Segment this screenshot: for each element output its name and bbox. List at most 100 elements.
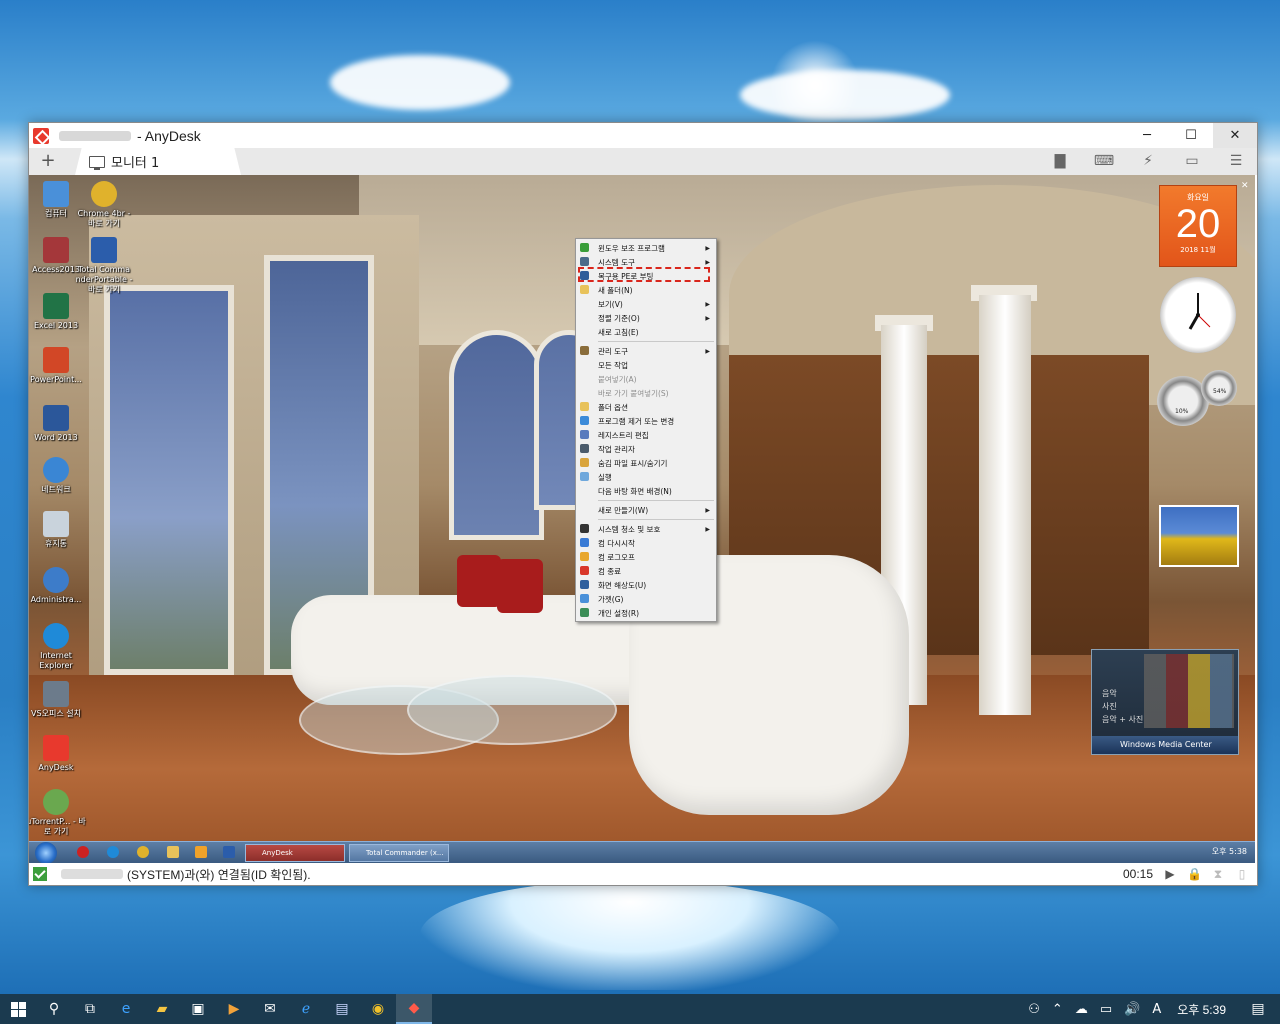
start-orb-icon[interactable] bbox=[35, 842, 57, 863]
calendar-gadget[interactable]: 화요일 20 2018 11월 bbox=[1159, 185, 1237, 267]
desktop-icon-excel[interactable]: Excel 2013 bbox=[29, 293, 87, 331]
context-menu-item[interactable]: 새로 고침(E) bbox=[576, 325, 716, 339]
desktop-icon-chrome[interactable]: Chrome 4br - 바로 가기 bbox=[73, 181, 135, 229]
lock-icon[interactable]: 🔒 bbox=[1187, 867, 1202, 881]
context-menu-item[interactable]: 관리 도구 ▶ bbox=[576, 344, 716, 358]
anydesk-window: - AnyDesk ─ ☐ ✕ + 모니터 1 ▇ ⌨ ⚡ ▭ ☰ 컴퓨터 Ch… bbox=[28, 122, 1258, 886]
chevron-up-icon[interactable]: ⌃ bbox=[1046, 1002, 1069, 1017]
context-menu-item[interactable]: 복구용 PE로 부팅 bbox=[576, 269, 716, 283]
context-menu-item[interactable]: 작업 관리자 bbox=[576, 442, 716, 456]
context-menu-item[interactable]: 컴 로그오프 bbox=[576, 550, 716, 564]
context-menu-item[interactable]: 윈도우 보조 프로그램 ▶ bbox=[576, 241, 716, 255]
totalcmd-icon[interactable]: ▤ bbox=[324, 994, 360, 1024]
slideshow-gadget[interactable] bbox=[1159, 505, 1239, 567]
context-menu-item[interactable]: 정렬 기준(O) ▶ bbox=[576, 311, 716, 325]
notification-icon[interactable]: ▤ bbox=[1236, 994, 1280, 1024]
wmc-item-photos[interactable]: 사진 bbox=[1102, 701, 1117, 712]
remote-task-totalcmd[interactable]: Total Commander (x... bbox=[349, 844, 449, 862]
explorer-icon[interactable]: ▰ bbox=[144, 994, 180, 1024]
start-button[interactable] bbox=[0, 994, 36, 1024]
context-menu-item[interactable]: 시스템 청소 및 보호 ▶ bbox=[576, 522, 716, 536]
close-button[interactable]: ✕ bbox=[1213, 123, 1257, 148]
context-menu-item[interactable]: 컴 종료 bbox=[576, 564, 716, 578]
menu-item-icon bbox=[580, 580, 589, 589]
context-menu-item[interactable]: 다음 바탕 화면 배경(N) bbox=[576, 484, 716, 498]
remote-screen[interactable]: 컴퓨터 Chrome 4br - 바로 가기 Access2013 Total … bbox=[29, 175, 1255, 863]
recycle-bin-icon bbox=[43, 511, 69, 537]
search-icon[interactable]: ⚲ bbox=[36, 994, 72, 1024]
gadget-close-icon[interactable]: ✕ bbox=[1241, 181, 1251, 221]
context-menu-item[interactable]: 컴 다시시작 bbox=[576, 536, 716, 550]
record-icon[interactable]: ▶ bbox=[1163, 867, 1177, 881]
context-menu-item[interactable]: 새 폴더(N) bbox=[576, 283, 716, 297]
remote-tray-clock[interactable]: 오후 5:38 bbox=[1212, 846, 1247, 857]
ime-indicator[interactable]: A bbox=[1146, 1002, 1167, 1017]
quick-launch-icon[interactable] bbox=[107, 846, 119, 858]
context-menu-item[interactable]: 시스템 도구 ▶ bbox=[576, 255, 716, 269]
quick-launch-icon[interactable] bbox=[223, 846, 235, 858]
context-menu-item[interactable]: 화면 해상도(U) bbox=[576, 578, 716, 592]
chrome-icon[interactable]: ◉ bbox=[360, 994, 396, 1024]
maximize-button[interactable]: ☐ bbox=[1169, 123, 1213, 148]
context-menu-item[interactable]: 모든 작업 bbox=[576, 358, 716, 372]
cpu-meter-gadget[interactable]: 10% 54% bbox=[1157, 370, 1239, 426]
edge-icon[interactable]: e bbox=[108, 994, 144, 1024]
desktop-icon-network[interactable]: 네트워크 bbox=[29, 457, 87, 495]
desktop-icon-powerpoint[interactable]: PowerPoint... bbox=[29, 347, 87, 385]
quick-launch-icon[interactable] bbox=[195, 846, 207, 858]
display-icon[interactable]: ▭ bbox=[1181, 152, 1203, 170]
remote-task-anydesk[interactable]: AnyDesk bbox=[245, 844, 345, 862]
task-view-icon[interactable]: ⧉ bbox=[72, 994, 108, 1024]
menu-icon[interactable]: ☰ bbox=[1225, 152, 1247, 170]
context-menu-item[interactable]: 실행 bbox=[576, 470, 716, 484]
actions-icon[interactable]: ⚡ bbox=[1137, 152, 1159, 170]
system-tray: ⚇ ⌃ ☁ ▭ 🔊 A 오후 5:39 ▤ bbox=[1022, 994, 1280, 1024]
context-menu-item[interactable]: 가젯(G) bbox=[576, 592, 716, 606]
clock-gadget[interactable] bbox=[1160, 277, 1236, 353]
desktop-icon-ie[interactable]: Internet Explorer bbox=[29, 623, 87, 671]
desktop-icon-vsoffice[interactable]: VS오피스 설치 bbox=[29, 681, 87, 719]
add-tab-button[interactable]: + bbox=[37, 150, 59, 172]
chat-icon[interactable]: ▇ bbox=[1049, 152, 1071, 170]
people-icon[interactable]: ⚇ bbox=[1022, 1002, 1046, 1017]
quick-launch-icon[interactable] bbox=[137, 846, 149, 858]
wmc-gadget[interactable]: 음악 사진 음악 + 사진 Windows Media Center bbox=[1091, 649, 1239, 755]
context-menu-item[interactable]: 레지스트리 편집 bbox=[576, 428, 716, 442]
quick-launch-icon[interactable] bbox=[77, 846, 89, 858]
context-menu-item[interactable]: 보기(V) ▶ bbox=[576, 297, 716, 311]
desktop-icon-administrator[interactable]: Administra... bbox=[29, 567, 87, 605]
desktop-icon-recycle-bin[interactable]: 휴지통 bbox=[29, 511, 87, 549]
title-bar[interactable]: - AnyDesk ─ ☐ ✕ bbox=[29, 123, 1257, 148]
menu-item-label: 다음 바탕 화면 배경(N) bbox=[598, 486, 672, 496]
context-menu-item[interactable]: 개인 설정(R) bbox=[576, 606, 716, 620]
wmc-bar[interactable]: Windows Media Center bbox=[1092, 736, 1238, 754]
desktop-icon-utorrent[interactable]: uTorrentP... - 바로 가기 bbox=[29, 789, 87, 837]
desktop-icon-word[interactable]: Word 2013 bbox=[29, 405, 87, 443]
quick-launch-icon[interactable] bbox=[167, 846, 179, 858]
context-menu-item[interactable]: 새로 만들기(W) ▶ bbox=[576, 503, 716, 517]
cpu-value: 10% bbox=[1175, 408, 1189, 415]
wmc-item-music[interactable]: 음악 bbox=[1102, 688, 1117, 699]
minimize-button[interactable]: ─ bbox=[1125, 123, 1169, 148]
menu-item-label: 바로 가기 붙여넣기(S) bbox=[598, 388, 669, 398]
clock[interactable]: 오후 5:39 bbox=[1167, 1001, 1236, 1018]
network-icon[interactable]: ▭ bbox=[1094, 1002, 1118, 1017]
tab-monitor-1[interactable]: 모니터 1 bbox=[75, 148, 241, 175]
keyboard-icon[interactable]: ⌨ bbox=[1093, 152, 1115, 170]
ie-icon[interactable]: ℯ bbox=[288, 994, 324, 1024]
context-menu-item[interactable]: 숨김 파일 표시/숨기기 bbox=[576, 456, 716, 470]
context-menu-item[interactable]: 프로그램 제거 또는 변경 bbox=[576, 414, 716, 428]
anydesk-icon[interactable]: ◆ bbox=[396, 994, 432, 1024]
store-icon[interactable]: ▣ bbox=[180, 994, 216, 1024]
mail-icon[interactable]: ✉ bbox=[252, 994, 288, 1024]
onedrive-icon[interactable]: ☁ bbox=[1069, 1002, 1094, 1017]
desktop-icon-totalcmd[interactable]: Total Comma nderPortable - 바로 가기 bbox=[73, 237, 135, 295]
desktop-icon-anydesk[interactable]: AnyDesk bbox=[29, 735, 87, 773]
menu-item-icon bbox=[580, 257, 589, 266]
volume-icon[interactable]: 🔊 bbox=[1118, 1002, 1146, 1017]
media-icon[interactable]: ▶ bbox=[216, 994, 252, 1024]
context-menu-item[interactable]: 폴더 옵션 bbox=[576, 400, 716, 414]
wmc-item-music-photos[interactable]: 음악 + 사진 bbox=[1102, 714, 1143, 725]
menu-item-icon bbox=[580, 538, 589, 547]
access-icon bbox=[43, 237, 69, 263]
